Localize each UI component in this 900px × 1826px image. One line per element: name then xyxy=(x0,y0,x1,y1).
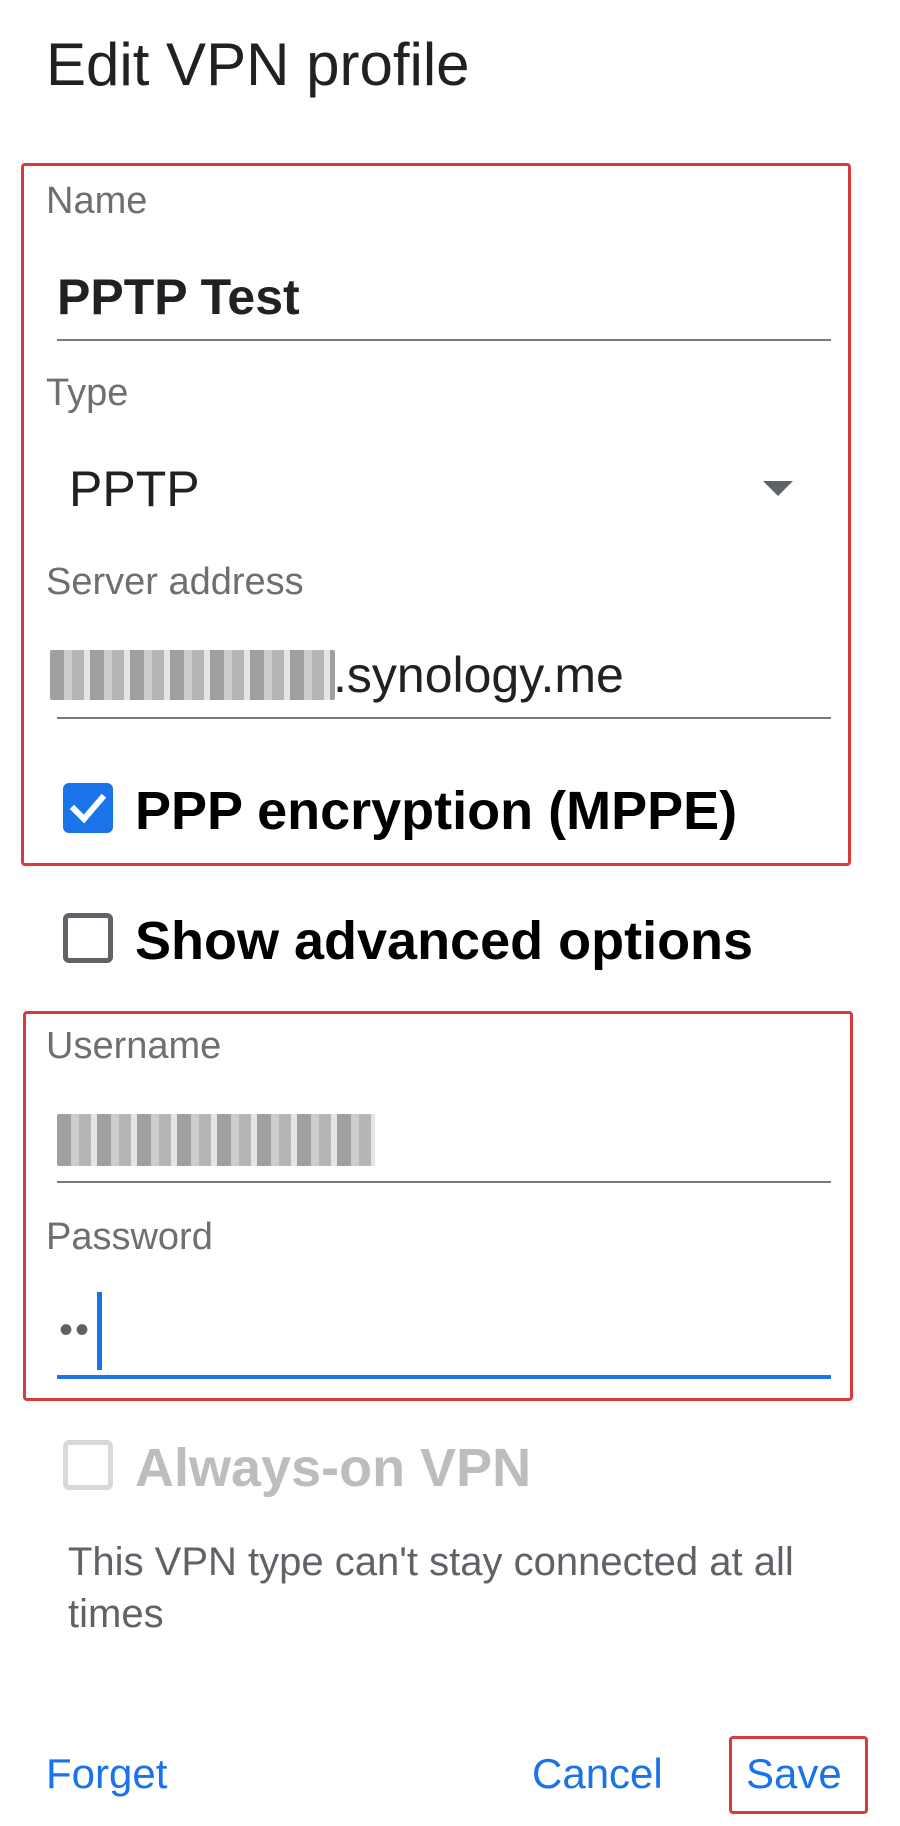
name-label: Name xyxy=(46,180,148,222)
save-button[interactable]: Save xyxy=(746,1750,842,1798)
dropdown-arrow-icon xyxy=(763,481,793,496)
server-address-underline xyxy=(57,717,831,719)
username-redacted xyxy=(57,1114,375,1166)
type-label: Type xyxy=(46,372,129,414)
advanced-options-checkbox[interactable] xyxy=(63,913,113,963)
password-mask: •• xyxy=(59,1308,92,1352)
text-cursor xyxy=(97,1292,102,1370)
mppe-checkbox-row[interactable]: PPP encryption (MPPE) xyxy=(63,775,823,845)
advanced-options-label: Show advanced options xyxy=(135,911,754,971)
password-label: Password xyxy=(46,1216,213,1258)
username-underline xyxy=(57,1181,831,1183)
forget-button[interactable]: Forget xyxy=(46,1750,167,1798)
always-on-vpn-row: Always-on VPN xyxy=(63,1432,823,1502)
always-on-help-text: This VPN type can't stay connected at al… xyxy=(68,1540,794,1636)
checkmark-icon xyxy=(69,793,107,824)
server-address-redacted xyxy=(50,650,335,700)
dialog-title: Edit VPN profile xyxy=(46,31,470,98)
server-address-label: Server address xyxy=(46,561,304,603)
server-address-suffix: .synology.me xyxy=(333,647,624,703)
cancel-button[interactable]: Cancel xyxy=(532,1750,663,1798)
type-select[interactable]: PPTP xyxy=(57,445,817,525)
name-input[interactable]: PPTP Test xyxy=(57,268,300,326)
name-underline xyxy=(57,339,831,341)
mppe-checkbox[interactable] xyxy=(63,783,113,833)
always-on-vpn-label: Always-on VPN xyxy=(135,1438,532,1498)
username-label: Username xyxy=(46,1025,222,1067)
username-input[interactable] xyxy=(57,1100,831,1180)
advanced-options-row[interactable]: Show advanced options xyxy=(63,905,823,975)
mppe-label: PPP encryption (MPPE) xyxy=(135,781,738,841)
always-on-vpn-checkbox xyxy=(63,1440,113,1490)
type-select-value: PPTP xyxy=(69,461,200,517)
password-underline xyxy=(57,1375,831,1379)
password-input[interactable]: •• xyxy=(57,1290,831,1375)
server-address-input[interactable]: .synology.me xyxy=(48,640,833,720)
